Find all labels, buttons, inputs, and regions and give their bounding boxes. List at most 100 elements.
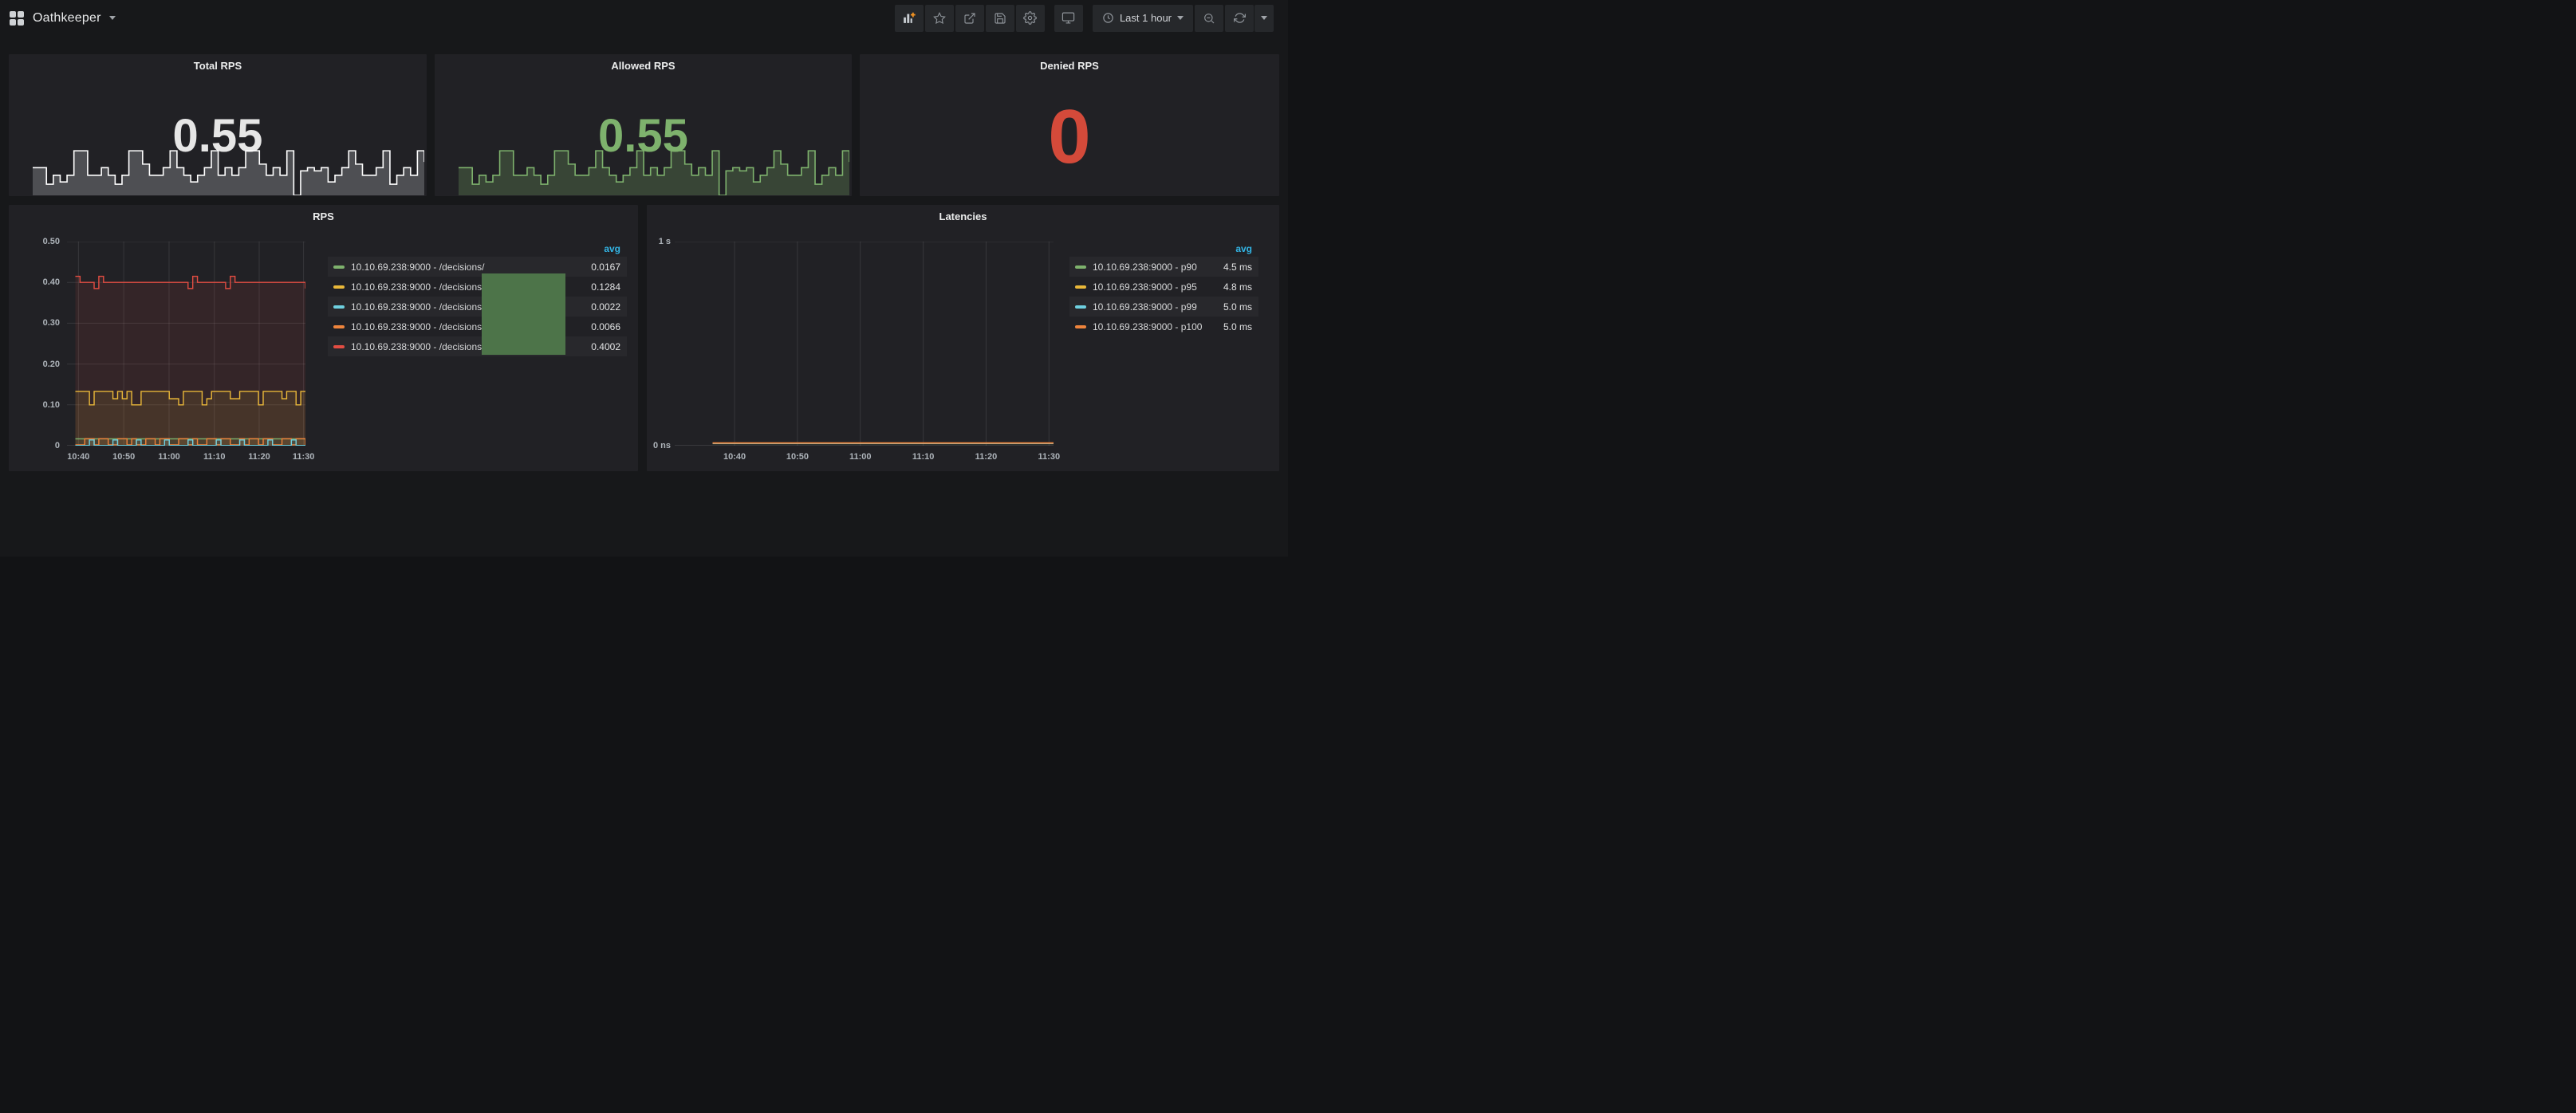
y-tick-label: 0 ns <box>653 441 671 450</box>
x-tick-label: 11:30 <box>293 452 315 462</box>
sparkline-chart <box>33 150 424 195</box>
legend-row[interactable]: 10.10.69.238:9000 - /decisions/0.1284 <box>328 277 627 297</box>
legend-avg-value: 0.0167 <box>579 262 620 273</box>
legend-row[interactable]: 10.10.69.238:9000 - p904.5 ms <box>1069 257 1258 277</box>
star-icon <box>933 12 946 25</box>
rps-graph-plot[interactable] <box>67 242 305 446</box>
legend-series-label[interactable]: 10.10.69.238:9000 - p90 <box>1093 262 1211 273</box>
panel-title[interactable]: Latencies <box>647 210 1279 222</box>
x-tick-label: 10:50 <box>786 452 809 462</box>
y-axis: 0.500.400.300.200.100 <box>9 242 60 446</box>
cycle-view-mode-button[interactable] <box>1054 5 1083 32</box>
y-tick-label: 1 s <box>659 237 671 246</box>
x-tick-label: 11:00 <box>158 452 180 462</box>
dashboard-grid-icon <box>9 10 25 26</box>
x-tick-label: 10:40 <box>67 452 89 462</box>
chevron-down-icon <box>109 16 116 20</box>
panel-allowed-rps: Allowed RPS 0.55 <box>435 54 852 196</box>
legend-series-swatch-icon <box>1075 285 1086 289</box>
legend-series-swatch-icon <box>333 325 345 328</box>
share-dashboard-button[interactable] <box>955 5 984 32</box>
panel-denied-rps: Denied RPS 0 <box>860 54 1279 196</box>
stat-value: 0 <box>860 99 1279 175</box>
dashboard-settings-button[interactable] <box>1016 5 1045 32</box>
refresh-icon <box>1234 12 1246 24</box>
legend-avg-value: 5.0 ms <box>1211 301 1252 313</box>
sparkline-chart <box>459 150 849 195</box>
panel-title[interactable]: Denied RPS <box>860 60 1279 72</box>
add-panel-icon <box>902 11 916 25</box>
panel-title[interactable]: Allowed RPS <box>435 60 852 72</box>
green-overlay-artifact <box>482 273 565 355</box>
legend-avg-value: 4.5 ms <box>1211 262 1252 273</box>
chevron-down-icon <box>1261 16 1267 20</box>
legend-avg-value: 5.0 ms <box>1211 321 1252 332</box>
time-range-label: Last 1 hour <box>1120 12 1172 24</box>
legend-row[interactable]: 10.10.69.238:9000 - p1005.0 ms <box>1069 317 1258 336</box>
legend-series-swatch-icon <box>333 345 345 348</box>
legend-avg-value: 0.4002 <box>579 341 620 352</box>
rps-legend-table: avg 10.10.69.238:9000 - /decisions/0.016… <box>328 243 627 356</box>
legend-series-swatch-icon <box>1075 305 1086 309</box>
x-tick-label: 11:20 <box>248 452 270 462</box>
zoom-out-time-button[interactable] <box>1195 5 1223 32</box>
x-tick-label: 11:30 <box>1038 452 1061 462</box>
legend-series-label[interactable]: 10.10.69.238:9000 - p95 <box>1093 281 1211 293</box>
latencies-graph-plot[interactable] <box>675 242 1054 446</box>
legend-row[interactable]: 10.10.69.238:9000 - p954.8 ms <box>1069 277 1258 297</box>
y-axis: 1 s0 ns <box>647 242 671 446</box>
x-tick-label: 10:50 <box>112 452 135 462</box>
y-tick-label: 0.10 <box>43 400 60 410</box>
legend-series-label[interactable]: 10.10.69.238:9000 - p100 <box>1093 321 1211 332</box>
navbar-actions: Last 1 hour <box>893 5 1288 32</box>
add-panel-button[interactable] <box>895 5 924 32</box>
x-tick-label: 11:00 <box>849 452 872 462</box>
monitor-icon <box>1062 11 1075 25</box>
share-icon <box>963 12 976 25</box>
legend-avg-header[interactable]: avg <box>1069 243 1258 255</box>
x-axis: 10:4010:5011:0011:1011:2011:30 <box>67 452 305 465</box>
legend-series-swatch-icon <box>1075 265 1086 269</box>
refresh-interval-dropdown-button[interactable] <box>1255 5 1274 32</box>
x-tick-label: 11:10 <box>203 452 226 462</box>
save-dashboard-button[interactable] <box>986 5 1014 32</box>
y-tick-label: 0.30 <box>43 318 60 328</box>
legend-row[interactable]: 10.10.69.238:9000 - /decisions/0.4002 <box>328 336 627 356</box>
legend-series-swatch-icon <box>333 265 345 269</box>
panel-rps-graph: RPS 0.50 0.40 0.30 0.20 0.10 0 10:40 10:50 11:0… <box>9 205 638 471</box>
panel-title[interactable]: Total RPS <box>9 60 427 72</box>
y-tick-label: 0.20 <box>43 360 60 369</box>
legend-avg-value: 4.8 ms <box>1211 281 1252 293</box>
grafana-dashboard: Oathkeeper <box>0 0 1288 556</box>
y-tick-label: 0 <box>55 441 60 450</box>
legend-row[interactable]: 10.10.69.238:9000 - /decisions/0.0022 <box>328 297 627 317</box>
time-range-picker[interactable]: Last 1 hour <box>1093 5 1193 32</box>
legend-avg-value: 0.0022 <box>579 301 620 313</box>
gear-icon <box>1023 11 1037 25</box>
x-axis: 10:4010:5011:0011:1011:2011:30 <box>675 452 1054 465</box>
y-tick-label: 0.50 <box>43 237 60 246</box>
legend-avg-value: 0.0066 <box>579 321 620 332</box>
refresh-dashboard-button[interactable] <box>1225 5 1254 32</box>
legend-series-label[interactable]: 10.10.69.238:9000 - /decisions/ <box>351 262 579 273</box>
legend-avg-value: 0.1284 <box>579 281 620 293</box>
legend-avg-header[interactable]: avg <box>328 243 627 255</box>
y-tick-label: 0.40 <box>43 277 60 287</box>
legend-series-swatch-icon <box>1075 325 1086 328</box>
legend-row[interactable]: 10.10.69.238:9000 - p995.0 ms <box>1069 297 1258 317</box>
legend-row[interactable]: 10.10.69.238:9000 - /decisions/0.0167 <box>328 257 627 277</box>
dashboard-title: Oathkeeper <box>33 11 101 26</box>
legend-series-label[interactable]: 10.10.69.238:9000 - p99 <box>1093 301 1211 313</box>
star-dashboard-button[interactable] <box>925 5 954 32</box>
save-icon <box>994 12 1006 25</box>
legend-series-swatch-icon <box>333 285 345 289</box>
x-tick-label: 11:10 <box>912 452 935 462</box>
panel-total-rps: Total RPS 0.55 <box>9 54 427 196</box>
clock-icon <box>1102 12 1114 24</box>
legend-row[interactable]: 10.10.69.238:9000 - /decisions/0.0066 <box>328 317 627 336</box>
legend-series-swatch-icon <box>333 305 345 309</box>
panel-title[interactable]: RPS <box>9 210 638 222</box>
dashboard-title-dropdown[interactable]: Oathkeeper <box>0 10 116 26</box>
latencies-legend-table: avg 10.10.69.238:9000 - p904.5 ms10.10.6… <box>1069 243 1258 336</box>
x-tick-label: 10:40 <box>723 452 746 462</box>
